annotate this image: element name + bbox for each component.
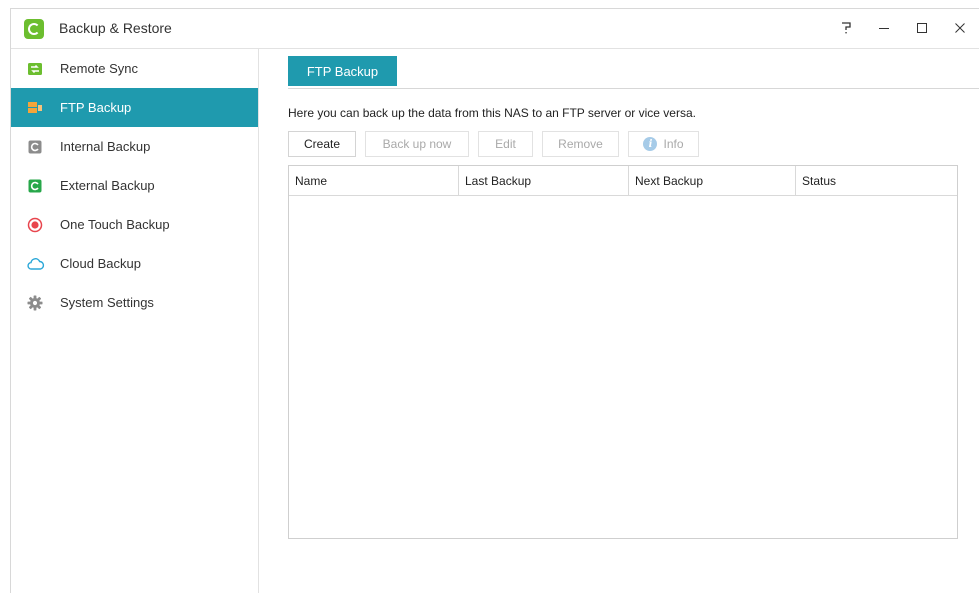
app-window: Backup & Restore Remote Sync FTP Backup … bbox=[10, 8, 979, 593]
sidebar-item-label: FTP Backup bbox=[60, 100, 132, 115]
sidebar-item-label: One Touch Backup bbox=[60, 217, 170, 232]
tab-strip: FTP Backup bbox=[288, 56, 979, 89]
table-header: Name Last Backup Next Backup Status bbox=[289, 166, 957, 196]
close-button[interactable] bbox=[941, 15, 979, 41]
column-header-last-backup[interactable]: Last Backup bbox=[459, 166, 629, 196]
cloud-backup-icon bbox=[27, 256, 45, 272]
sidebar-item-remote-sync[interactable]: Remote Sync bbox=[11, 49, 258, 88]
sidebar-item-label: System Settings bbox=[60, 295, 154, 310]
sidebar-item-label: Internal Backup bbox=[60, 139, 151, 154]
info-button-label: Info bbox=[663, 137, 684, 151]
remote-sync-icon bbox=[27, 61, 43, 77]
column-header-status[interactable]: Status bbox=[796, 166, 957, 196]
sidebar-item-one-touch-backup[interactable]: One Touch Backup bbox=[11, 205, 258, 244]
column-header-name[interactable]: Name bbox=[289, 166, 459, 196]
sidebar-item-label: Remote Sync bbox=[60, 61, 139, 76]
backup-restore-app-icon bbox=[24, 19, 44, 39]
sidebar-item-internal-backup[interactable]: Internal Backup bbox=[11, 127, 258, 166]
minimize-button[interactable] bbox=[865, 15, 903, 41]
maximize-button[interactable] bbox=[903, 15, 941, 41]
create-button[interactable]: Create bbox=[288, 131, 356, 157]
info-button[interactable]: i Info bbox=[628, 131, 699, 157]
column-header-next-backup[interactable]: Next Backup bbox=[629, 166, 796, 196]
external-backup-icon bbox=[27, 178, 43, 194]
gear-icon bbox=[27, 295, 43, 311]
toolbar: Create Back up now Edit Remove i Info bbox=[288, 131, 708, 157]
sidebar-item-label: Cloud Backup bbox=[60, 256, 141, 271]
edit-button[interactable]: Edit bbox=[478, 131, 533, 157]
sidebar-item-external-backup[interactable]: External Backup bbox=[11, 166, 258, 205]
backup-jobs-table: Name Last Backup Next Backup Status bbox=[288, 165, 958, 539]
sidebar-item-cloud-backup[interactable]: Cloud Backup bbox=[11, 244, 258, 283]
info-icon: i bbox=[643, 137, 658, 151]
sidebar-item-label: External Backup bbox=[60, 178, 155, 193]
tab-ftp-backup[interactable]: FTP Backup bbox=[288, 56, 397, 86]
internal-backup-icon bbox=[27, 139, 43, 155]
title-bar: Backup & Restore bbox=[11, 9, 979, 49]
sidebar: Remote Sync FTP Backup Internal Backup E… bbox=[11, 49, 259, 593]
table-body bbox=[289, 196, 957, 538]
help-icon[interactable] bbox=[827, 15, 865, 41]
window-title: Backup & Restore bbox=[59, 20, 172, 36]
sidebar-item-ftp-backup[interactable]: FTP Backup bbox=[11, 88, 258, 127]
main-panel: FTP Backup Here you can back up the data… bbox=[260, 49, 979, 593]
ftp-backup-icon bbox=[27, 100, 43, 116]
remove-button[interactable]: Remove bbox=[542, 131, 619, 157]
window-controls bbox=[827, 15, 979, 41]
sidebar-item-system-settings[interactable]: System Settings bbox=[11, 283, 258, 322]
page-description: Here you can back up the data from this … bbox=[288, 106, 696, 120]
one-touch-backup-icon bbox=[27, 217, 43, 233]
back-up-now-button[interactable]: Back up now bbox=[365, 131, 469, 157]
